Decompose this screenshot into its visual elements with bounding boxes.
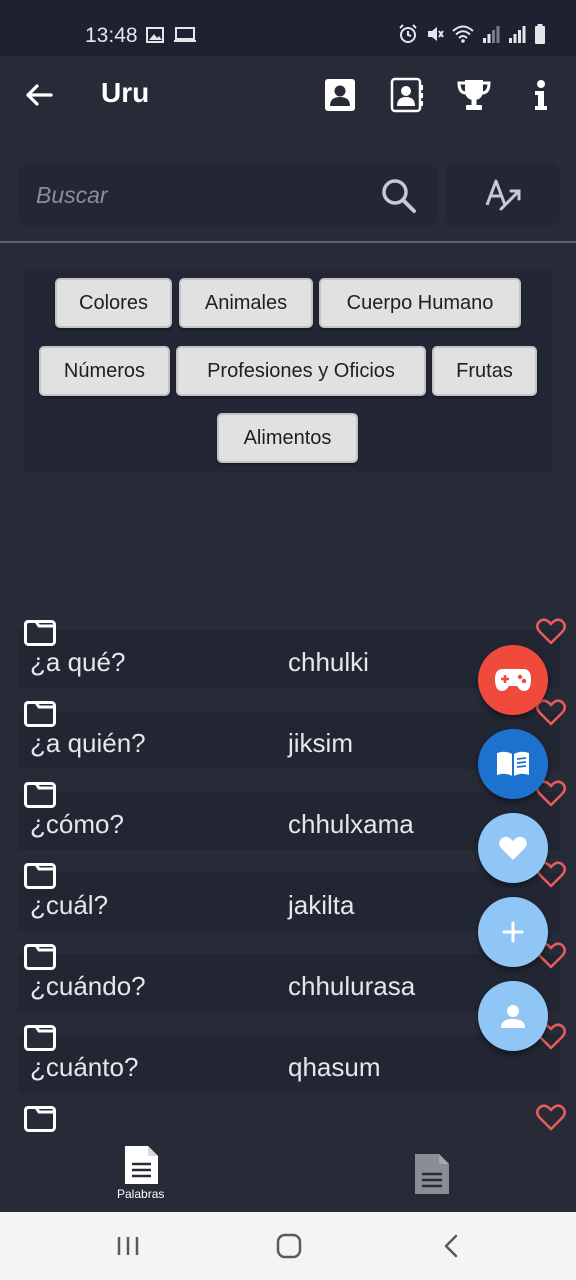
wifi-icon [452,25,474,43]
word-spanish: ¿a quién? [30,728,146,758]
nav-item-documents[interactable] [413,1152,451,1196]
info-button[interactable] [520,74,562,116]
add-fab[interactable] [478,897,548,967]
bottom-nav: Palabras [0,1132,576,1212]
folder-icon[interactable] [24,701,56,727]
app-bar: Uru [0,56,576,134]
folder-icon[interactable] [24,1106,56,1132]
word-translation: chhulxama [288,809,414,839]
document-icon [415,1154,449,1194]
heart-outline-icon[interactable] [536,618,566,645]
category-chip[interactable]: Frutas [432,346,537,396]
chevron-left-icon [444,1234,458,1258]
trophy-button[interactable] [453,74,495,116]
word-translation: chhulurasa [288,971,416,1001]
battery-icon [535,24,545,44]
favorites-fab[interactable] [478,813,548,883]
folder-icon[interactable] [24,863,56,889]
category-chip[interactable]: Alimentos [217,413,358,463]
translate-icon [485,179,521,211]
heart-outline-icon[interactable] [536,1104,566,1131]
status-bar: 13:48 [0,0,576,56]
back-button[interactable] [20,76,58,114]
word-translation: qhasum [288,1052,381,1082]
category-panel: Colores Animales Cuerpo Humano Números P… [24,270,552,473]
game-fab[interactable] [478,645,548,715]
signal-icon [509,26,526,43]
folder-icon[interactable] [24,1025,56,1051]
arrow-left-icon [26,84,53,106]
search-input[interactable] [36,179,366,211]
category-chip[interactable]: Animales [179,278,313,328]
contact-book-icon [390,77,423,113]
category-chip[interactable]: Profesiones y Oficios [176,346,426,396]
signal-icon [483,26,500,43]
home-icon [276,1233,302,1259]
divider [0,241,576,243]
nav-label: Palabras [117,1187,165,1201]
list-item[interactable] [0,1096,576,1132]
folder-icon[interactable] [24,782,56,808]
dictionary-fab[interactable] [478,729,548,799]
recent-apps-icon [117,1237,139,1255]
book-icon [497,751,529,776]
word-spanish: ¿cuándo? [30,971,146,1001]
word-translation: jakilta [288,890,355,920]
word-translation: chhulki [288,647,369,677]
word-spanish: ¿cuál? [30,890,109,920]
alarm-icon [399,24,417,43]
contact-card-button[interactable] [319,74,361,116]
system-back-button[interactable] [431,1230,471,1262]
word-spanish: ¿cómo? [30,809,124,839]
cast-icon [174,27,196,42]
nav-item-palabras[interactable]: Palabras [117,1144,164,1201]
category-chip[interactable]: Números [39,346,170,396]
mute-icon [428,27,444,41]
person-icon [501,1005,525,1028]
category-chip[interactable]: Cuerpo Humano [319,278,521,328]
image-icon [146,27,164,43]
word-translation: jiksim [288,728,353,758]
contact-card-icon [325,79,355,111]
heart-outline-icon[interactable] [536,699,566,726]
search-bar [18,163,438,227]
document-icon [124,1146,158,1184]
page-title: Uru [101,77,150,108]
plus-icon [502,921,524,943]
status-time: 13:48 [85,24,138,47]
info-icon [535,80,547,110]
heart-icon [499,836,527,860]
system-nav-bar [0,1212,576,1280]
translate-button[interactable] [446,163,560,227]
contact-book-button[interactable] [385,74,427,116]
profile-fab[interactable] [478,981,548,1051]
folder-icon[interactable] [24,944,56,970]
search-icon[interactable] [380,177,418,215]
recent-apps-button[interactable] [108,1230,148,1262]
word-spanish: ¿cuánto? [30,1052,139,1082]
trophy-icon [457,80,491,110]
category-chip[interactable]: Colores [55,278,172,328]
word-spanish: ¿a qué? [30,647,126,677]
gamepad-icon [495,669,531,691]
home-button[interactable] [269,1230,309,1262]
folder-icon[interactable] [24,620,56,646]
